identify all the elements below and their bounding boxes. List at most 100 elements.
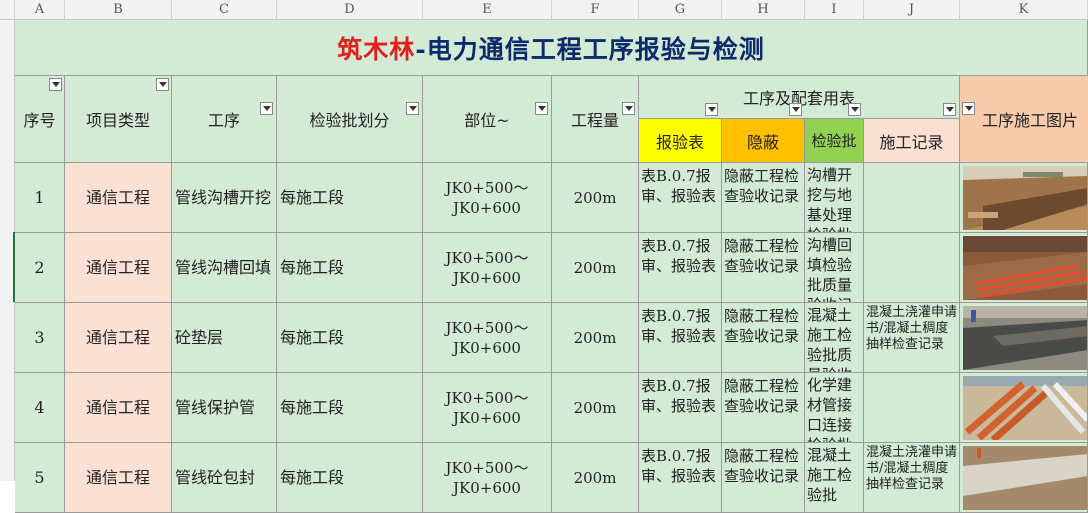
title-text: -电力通信工程工序报验与检测 [415, 34, 765, 64]
cell-batch[interactable]: 每施工段 [277, 373, 423, 443]
cell-batch[interactable]: 每施工段 [277, 303, 423, 373]
header-quantity-label: 工程量 [570, 111, 619, 130]
column-header-i[interactable]: I [805, 0, 864, 20]
cell-report-form[interactable]: 表B.0.7报审、报验表 [639, 303, 722, 373]
cell-quantity[interactable]: 200m [552, 373, 639, 443]
cell-project-type[interactable]: 通信工程 [65, 303, 172, 373]
cell-project-type[interactable]: 通信工程 [65, 233, 172, 303]
header-location-label: 部位~ [464, 111, 510, 130]
filter-dropdown-icon[interactable] [705, 103, 718, 116]
cell-quantity[interactable]: 200m [552, 233, 639, 303]
cell-process[interactable]: 管线沟槽回填 [172, 233, 277, 303]
header-project-type-label: 项目类型 [85, 111, 150, 130]
cell-inspection-batch[interactable]: 化学建材管接口连接检验批 [805, 373, 864, 443]
cell-construction-record[interactable] [864, 373, 960, 443]
corner-cell[interactable] [0, 0, 15, 20]
column-header-c[interactable]: C [172, 0, 277, 20]
cell-process[interactable]: 砼垫层 [172, 303, 277, 373]
filter-dropdown-icon[interactable] [156, 78, 169, 91]
location-start: JK0+500～ [445, 318, 529, 337]
column-header-g[interactable]: G [639, 0, 722, 20]
cell-seq[interactable]: 3 [15, 303, 65, 373]
cell-report-form[interactable]: 表B.0.7报审、报验表 [639, 373, 722, 443]
cell-seq[interactable]: 4 [15, 373, 65, 443]
cell-seq[interactable]: 2 [15, 233, 65, 303]
header-batch[interactable]: 检验批划分 [277, 76, 423, 163]
cell-process[interactable]: 管线保护管 [172, 373, 277, 443]
header-project-type[interactable]: 项目类型 [65, 76, 172, 163]
cell-location[interactable]: JK0+500～ JK0+600 [423, 163, 552, 233]
cell-quantity[interactable]: 200m [552, 443, 639, 513]
location-end: JK0+600 [453, 198, 521, 217]
cell-batch[interactable]: 每施工段 [277, 233, 423, 303]
column-header-d[interactable]: D [277, 0, 423, 20]
header-construction-record[interactable]: 施工记录 [864, 119, 960, 163]
cell-inspection-batch[interactable]: 沟槽开挖与地基处理检验批 [805, 163, 864, 233]
filter-dropdown-icon[interactable] [49, 78, 62, 91]
cell-quantity[interactable]: 200m [552, 303, 639, 373]
header-process-photo[interactable]: 工序施工图片 [960, 76, 1088, 163]
filter-dropdown-icon[interactable] [406, 102, 419, 115]
location-start: JK0+500～ [445, 178, 529, 197]
cell-location[interactable]: JK0+500～ JK0+600 [423, 303, 552, 373]
cell-process-photo[interactable] [960, 233, 1088, 303]
filter-dropdown-icon[interactable] [962, 102, 975, 115]
cell-project-type[interactable]: 通信工程 [65, 163, 172, 233]
cell-process-photo[interactable] [960, 443, 1088, 513]
cell-location[interactable]: JK0+500～ JK0+600 [423, 443, 552, 513]
filter-dropdown-icon[interactable] [622, 102, 635, 115]
column-header-f[interactable]: F [552, 0, 639, 20]
filter-dropdown-icon[interactable] [535, 102, 548, 115]
location-start: JK0+500～ [445, 388, 529, 407]
sheet-title[interactable]: 筑木林 -电力通信工程工序报验与检测 [15, 20, 1088, 76]
cell-hidden-work[interactable]: 隐蔽工程检查验收记录 [722, 233, 805, 303]
cell-seq[interactable]: 5 [15, 443, 65, 513]
cell-report-form[interactable]: 表B.0.7报审、报验表 [639, 163, 722, 233]
cell-hidden-work[interactable]: 隐蔽工程检查验收记录 [722, 443, 805, 513]
cell-seq[interactable]: 1 [15, 163, 65, 233]
cell-report-form[interactable]: 表B.0.7报审、报验表 [639, 443, 722, 513]
cell-inspection-batch[interactable]: 混凝土施工检验批 [805, 443, 864, 513]
header-quantity[interactable]: 工程量 [552, 76, 639, 163]
cell-project-type[interactable]: 通信工程 [65, 443, 172, 513]
cell-construction-record[interactable] [864, 233, 960, 303]
trench-photo [963, 166, 1087, 230]
cell-hidden-work[interactable]: 隐蔽工程检查验收记录 [722, 163, 805, 233]
cell-process-photo[interactable] [960, 373, 1088, 443]
filter-dropdown-icon[interactable] [943, 103, 956, 116]
cell-quantity[interactable]: 200m [552, 163, 639, 233]
header-hidden-work[interactable]: 隐蔽 [722, 119, 805, 163]
concrete-base-photo [963, 306, 1087, 370]
filter-dropdown-icon[interactable] [260, 102, 273, 115]
cell-construction-record[interactable]: 混凝土浇灌申请书/混凝土稠度抽样检查记录 [864, 443, 960, 513]
filter-dropdown-icon[interactable] [789, 103, 802, 116]
cell-batch[interactable]: 每施工段 [277, 163, 423, 233]
cell-process[interactable]: 管线沟槽开挖 [172, 163, 277, 233]
column-header-k[interactable]: K [960, 0, 1088, 20]
cell-report-form[interactable]: 表B.0.7报审、报验表 [639, 233, 722, 303]
column-header-e[interactable]: E [423, 0, 552, 20]
header-report-form[interactable]: 报验表 [639, 119, 722, 163]
column-header-b[interactable]: B [65, 0, 172, 20]
cell-process[interactable]: 管线砼包封 [172, 443, 277, 513]
cell-process-photo[interactable] [960, 303, 1088, 373]
cell-construction-record[interactable] [864, 163, 960, 233]
header-process[interactable]: 工序 [172, 76, 277, 163]
cell-project-type[interactable]: 通信工程 [65, 373, 172, 443]
cell-construction-record[interactable]: 混凝土浇灌申请书/混凝土稠度抽样检查记录 [864, 303, 960, 373]
cell-batch[interactable]: 每施工段 [277, 443, 423, 513]
cell-hidden-work[interactable]: 隐蔽工程检查验收记录 [722, 303, 805, 373]
filter-dropdown-icon[interactable] [848, 103, 861, 116]
cell-process-photo[interactable] [960, 163, 1088, 233]
cell-inspection-batch[interactable]: 混凝土施工检验批质量验收 [805, 303, 864, 373]
header-inspection-batch[interactable]: 检验批 [805, 119, 864, 163]
cell-location[interactable]: JK0+500～ JK0+600 [423, 233, 552, 303]
column-header-h[interactable]: H [722, 0, 805, 20]
cell-inspection-batch[interactable]: 沟槽回填检验批质量验收记 [805, 233, 864, 303]
column-header-a[interactable]: A [15, 0, 65, 20]
column-header-j[interactable]: J [864, 0, 960, 20]
cell-location[interactable]: JK0+500～ JK0+600 [423, 373, 552, 443]
header-seq[interactable]: 序号 [15, 76, 65, 163]
cell-hidden-work[interactable]: 隐蔽工程检查验收记录 [722, 373, 805, 443]
header-location[interactable]: 部位~ [423, 76, 552, 163]
